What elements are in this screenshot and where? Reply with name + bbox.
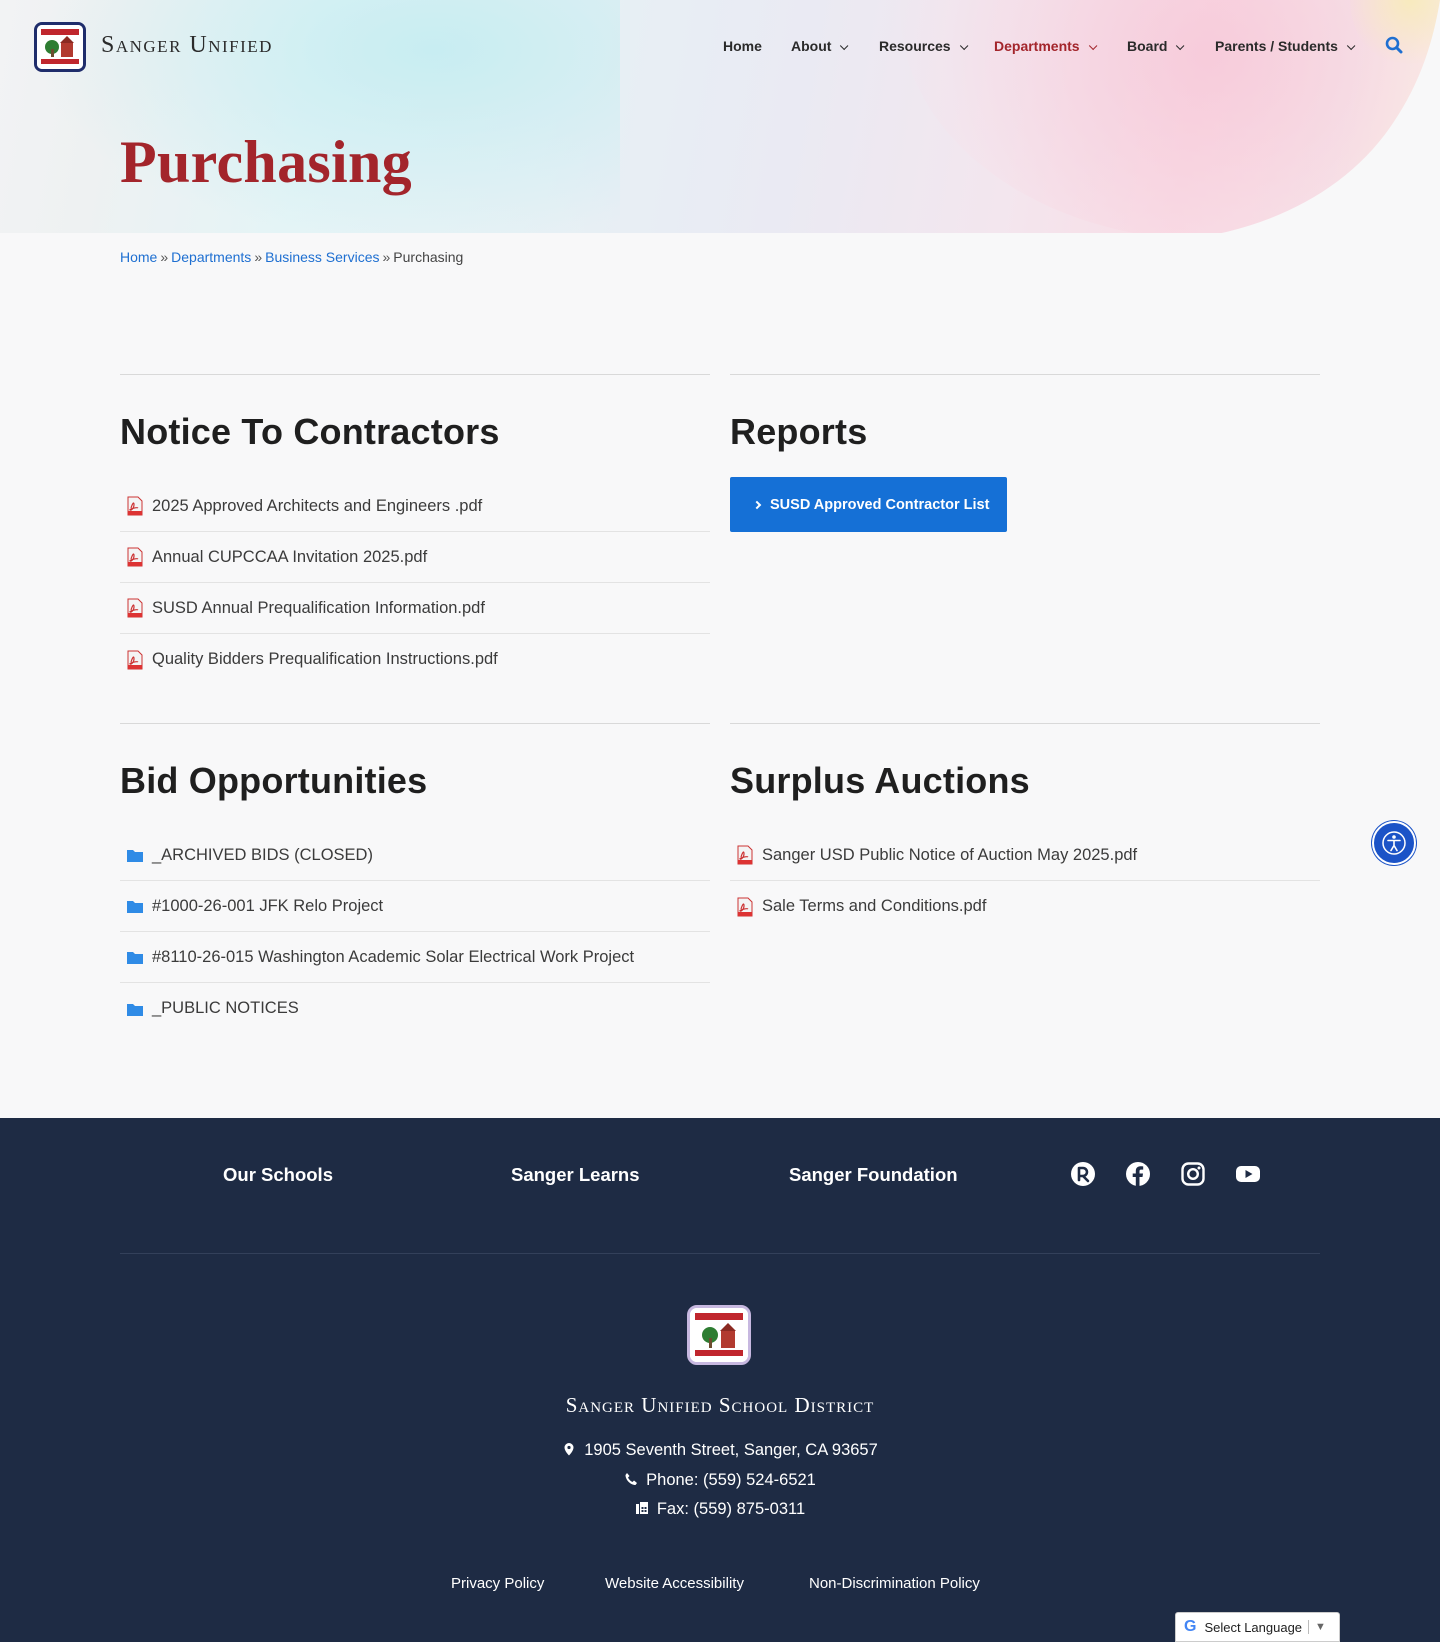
section-title: Bid Opportunities xyxy=(120,760,428,801)
chevron-down-icon xyxy=(959,41,968,51)
folder-icon xyxy=(126,845,144,865)
footer-district-logo[interactable] xyxy=(687,1305,751,1365)
facebook-icon[interactable] xyxy=(1125,1161,1151,1187)
footer-link-our-schools[interactable]: Our Schools xyxy=(223,1164,333,1186)
bids-section: Bid Opportunities _ARCHIVED BIDS (CLOSED… xyxy=(120,723,710,1043)
language-selector[interactable]: G Select Language ▼ xyxy=(1175,1612,1340,1642)
list-item[interactable]: #8110-26-015 Washington Academic Solar E… xyxy=(120,932,710,983)
pdf-icon xyxy=(126,547,144,567)
pdf-icon xyxy=(126,496,144,516)
website-accessibility-link[interactable]: Website Accessibility xyxy=(605,1575,744,1592)
nav-resources[interactable]: Resources xyxy=(879,38,968,54)
list-item[interactable]: #1000-26-001 JFK Relo Project xyxy=(120,881,710,932)
site-footer xyxy=(0,1118,1440,1642)
nav-about[interactable]: About xyxy=(791,38,849,54)
chevron-down-icon xyxy=(1176,41,1185,51)
list-item[interactable]: Sanger USD Public Notice of Auction May … xyxy=(730,830,1320,881)
footer-link-sanger-learns[interactable]: Sanger Learns xyxy=(511,1164,640,1186)
dropdown-arrow-icon: ▼ xyxy=(1315,1621,1326,1633)
instagram-icon[interactable] xyxy=(1180,1161,1206,1187)
footer-address: 1905 Seventh Street, Sanger, CA 93657 xyxy=(0,1441,1440,1460)
footer-phone: Phone: (559) 524-6521 xyxy=(0,1471,1440,1490)
phone-icon xyxy=(624,1472,638,1486)
breadcrumb-departments[interactable]: Departments xyxy=(171,249,251,265)
youtube-icon[interactable] xyxy=(1235,1161,1261,1187)
folder-icon xyxy=(126,999,144,1019)
search-icon[interactable] xyxy=(1385,36,1405,56)
nav-departments[interactable]: Departments xyxy=(994,38,1097,54)
folder-icon xyxy=(126,947,144,967)
folder-icon xyxy=(126,896,144,916)
privacy-policy-link[interactable]: Privacy Policy xyxy=(451,1575,544,1592)
breadcrumb-home[interactable]: Home xyxy=(120,249,157,265)
main-nav: Home About Resources Departments Board P… xyxy=(0,38,1440,58)
nav-home[interactable]: Home xyxy=(723,38,762,54)
breadcrumb-business-services[interactable]: Business Services xyxy=(265,249,379,265)
approved-contractor-list-button[interactable]: SUSD Approved Contractor List xyxy=(730,477,1007,532)
non-discrimination-policy-link[interactable]: Non-Discrimination Policy xyxy=(809,1575,980,1592)
list-item[interactable]: _PUBLIC NOTICES xyxy=(120,983,710,1034)
file-list: 2025 Approved Architects and Engineers .… xyxy=(120,481,710,685)
notice-section: Notice To Contractors 2025 Approved Arch… xyxy=(120,374,710,674)
accessibility-icon[interactable] xyxy=(1372,821,1416,865)
list-item[interactable]: SUSD Annual Prequalification Information… xyxy=(120,583,710,634)
list-item[interactable]: Annual CUPCCAA Invitation 2025.pdf xyxy=(120,532,710,583)
rooms-app-icon[interactable] xyxy=(1070,1161,1096,1187)
page-title: Purchasing xyxy=(120,129,412,195)
list-item[interactable]: _ARCHIVED BIDS (CLOSED) xyxy=(120,830,710,881)
pdf-icon xyxy=(736,897,754,917)
chevron-down-icon xyxy=(1346,41,1356,51)
pdf-icon xyxy=(126,650,144,670)
folder-list: _ARCHIVED BIDS (CLOSED) #1000-26-001 JFK… xyxy=(120,830,710,1034)
nav-parents-students[interactable]: Parents / Students xyxy=(1215,38,1356,54)
chevron-right-icon xyxy=(752,500,762,509)
chevron-down-icon xyxy=(1088,41,1097,51)
list-item[interactable]: 2025 Approved Architects and Engineers .… xyxy=(120,481,710,532)
nav-board[interactable]: Board xyxy=(1127,38,1185,54)
surplus-section: Surplus Auctions Sanger USD Public Notic… xyxy=(730,723,1320,943)
section-title: Reports xyxy=(730,411,868,452)
list-item[interactable]: Quality Bidders Prequalification Instruc… xyxy=(120,634,710,685)
footer-link-sanger-foundation[interactable]: Sanger Foundation xyxy=(789,1164,958,1186)
location-pin-icon xyxy=(562,1442,576,1456)
fax-icon xyxy=(635,1501,649,1515)
list-item[interactable]: Sale Terms and Conditions.pdf xyxy=(730,881,1320,932)
section-title: Notice To Contractors xyxy=(120,411,500,452)
district-name: Sanger Unified School District xyxy=(565,1393,875,1417)
pdf-icon xyxy=(736,845,754,865)
section-title: Surplus Auctions xyxy=(730,760,1030,801)
file-list: Sanger USD Public Notice of Auction May … xyxy=(730,830,1320,932)
footer-fax: Fax: (559) 875-0311 xyxy=(0,1500,1440,1519)
pdf-icon xyxy=(126,598,144,618)
reports-section: Reports xyxy=(730,374,1320,574)
footer-divider xyxy=(120,1253,1320,1254)
google-icon: G xyxy=(1184,1618,1197,1635)
breadcrumb: Home» Departments» Business Services» Purch… xyxy=(120,249,464,265)
chevron-down-icon xyxy=(840,41,849,51)
breadcrumb-current: Purchasing xyxy=(393,249,464,265)
